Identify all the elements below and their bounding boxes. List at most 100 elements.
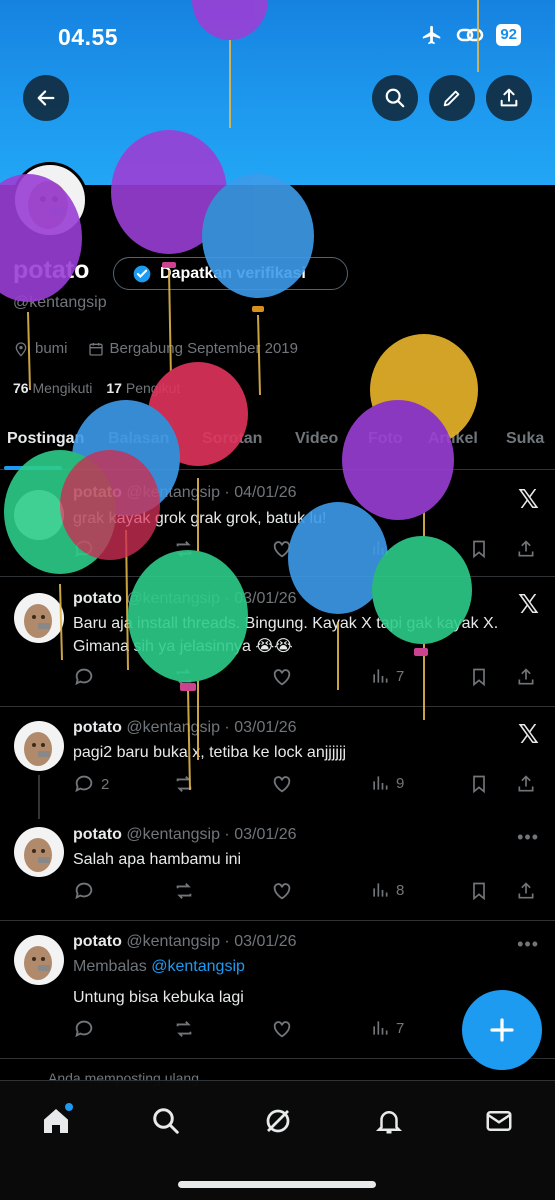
post-share-button[interactable] (516, 880, 536, 902)
bookmark-button[interactable] (469, 880, 489, 902)
views-button[interactable] (370, 538, 396, 558)
nav-home[interactable] (36, 1101, 76, 1141)
nav-messages[interactable] (479, 1101, 519, 1141)
profile-avatar[interactable] (12, 162, 88, 238)
like-button[interactable] (271, 880, 293, 902)
reply-button[interactable] (73, 1018, 95, 1040)
bookmark-icon (473, 775, 485, 794)
post-author-name[interactable]: potato (73, 719, 122, 736)
post-avatar[interactable] (14, 490, 64, 540)
like-button[interactable] (271, 1018, 293, 1040)
post-header: potato @kentangsip · 03/01/26 (73, 719, 296, 737)
share-icon (518, 775, 534, 792)
post-author-name[interactable]: potato (73, 590, 122, 607)
location-pin-icon (15, 341, 27, 357)
post-item[interactable]: potato @kentangsip · 04/01/26 𝕏 grak kay… (0, 472, 555, 577)
tab-artikel[interactable]: Artikel (428, 430, 478, 448)
potato-avatar-icon (28, 181, 68, 229)
views-button[interactable]: 8 (370, 880, 404, 900)
post-share-button[interactable] (516, 666, 536, 688)
repost-button[interactable] (172, 880, 196, 902)
post-avatar[interactable] (14, 721, 64, 771)
reply-icon (75, 668, 93, 686)
post-share-button[interactable] (516, 538, 536, 560)
post-avatar[interactable] (14, 827, 64, 877)
verified-badge-icon (133, 265, 151, 282)
post-share-button[interactable] (516, 773, 536, 795)
post-item[interactable]: potato @kentangsip · 03/01/26 𝕏 pagi2 ba… (0, 707, 555, 819)
post-author-handle: @kentangsip (126, 484, 220, 501)
heart-icon (273, 883, 291, 900)
reply-icon (75, 882, 93, 900)
more-options-icon[interactable]: ••• (517, 827, 539, 848)
get-verified-button[interactable]: Dapatkan verifikasi (113, 257, 348, 290)
views-button[interactable]: 7 (370, 666, 404, 686)
search-button[interactable] (372, 75, 418, 121)
airplane-icon (423, 25, 441, 45)
bookmark-button[interactable] (469, 666, 489, 688)
post-author-handle: @kentangsip (126, 590, 220, 607)
compose-post-button[interactable] (462, 990, 542, 1070)
edit-button[interactable] (429, 75, 475, 121)
potato-avatar-icon (24, 732, 52, 766)
post-text: Baru aja install threads. Bingung. Kayak… (73, 615, 499, 655)
repost-button[interactable] (172, 1018, 196, 1040)
post-author-name[interactable]: potato (73, 484, 122, 501)
like-button[interactable] (271, 538, 293, 560)
more-options-icon[interactable]: ••• (517, 934, 539, 955)
post-author-name[interactable]: potato (73, 826, 122, 843)
tab-postingan[interactable]: Postingan (7, 430, 84, 448)
post-dot: · (224, 719, 230, 736)
profile-joined: Bergabung September 2019 (109, 340, 298, 357)
post-avatar[interactable] (14, 935, 64, 985)
bookmark-button[interactable] (469, 538, 489, 560)
repost-button[interactable] (172, 666, 196, 688)
following-count: 76 (13, 380, 29, 396)
heart-icon (273, 541, 291, 558)
reply-button[interactable] (73, 538, 95, 560)
views-button[interactable]: 7 (370, 1018, 404, 1038)
repost-button[interactable] (172, 773, 196, 795)
share-button[interactable] (486, 75, 532, 121)
like-button[interactable] (271, 773, 293, 795)
reply-button[interactable] (73, 880, 95, 902)
bookmark-icon (473, 668, 485, 687)
like-button[interactable] (271, 666, 293, 688)
repost-icon (176, 669, 192, 685)
views-count: 7 (396, 1019, 405, 1037)
post-dot: · (224, 826, 230, 843)
post-text: grak kayak grok grak grok, batuk lu! (73, 510, 327, 527)
back-button[interactable] (23, 75, 69, 121)
tab-suka[interactable]: Suka (506, 430, 544, 448)
tab-sorotan[interactable]: Sorotan (202, 430, 262, 448)
post-author-name[interactable]: potato (73, 933, 122, 950)
bookmark-button[interactable] (469, 773, 489, 795)
reply-icon (75, 775, 93, 793)
reply-button[interactable]: 2 (73, 773, 109, 795)
followers-link[interactable]: 17 Pengikut (106, 380, 180, 396)
post-text: pagi2 baru buka x, tetiba ke lock anjjjj… (73, 744, 347, 761)
tab-foto[interactable]: Foto (368, 430, 403, 448)
views-chart-icon (373, 669, 388, 683)
post-date: 03/01/26 (234, 826, 297, 843)
replying-to-handle[interactable]: @kentangsip (151, 958, 245, 975)
reply-button[interactable] (73, 666, 95, 688)
post-item[interactable]: potato @kentangsip · 03/01/26 𝕏 Baru aja… (0, 577, 555, 707)
following-link[interactable]: 76 Mengikuti (13, 380, 92, 396)
tab-balasan[interactable]: Balasan (108, 430, 169, 448)
post-item[interactable]: potato @kentangsip · 03/01/26 ••• Salah … (0, 817, 555, 921)
pencil-icon (443, 90, 460, 107)
repost-button[interactable] (172, 538, 196, 560)
heart-icon (273, 1021, 291, 1038)
nav-search[interactable] (146, 1101, 186, 1141)
profile-location: bumi (35, 340, 68, 357)
nav-notifications[interactable] (369, 1101, 409, 1141)
post-avatar[interactable] (14, 593, 64, 643)
repost-icon (176, 776, 192, 792)
post-actions: 7 (73, 666, 543, 690)
tab-video[interactable]: Video (295, 430, 338, 448)
heart-icon (273, 776, 291, 793)
views-button[interactable]: 9 (370, 773, 404, 793)
profile-meta: bumi Bergabung September 2019 (13, 340, 298, 357)
nav-grok[interactable] (258, 1101, 298, 1141)
